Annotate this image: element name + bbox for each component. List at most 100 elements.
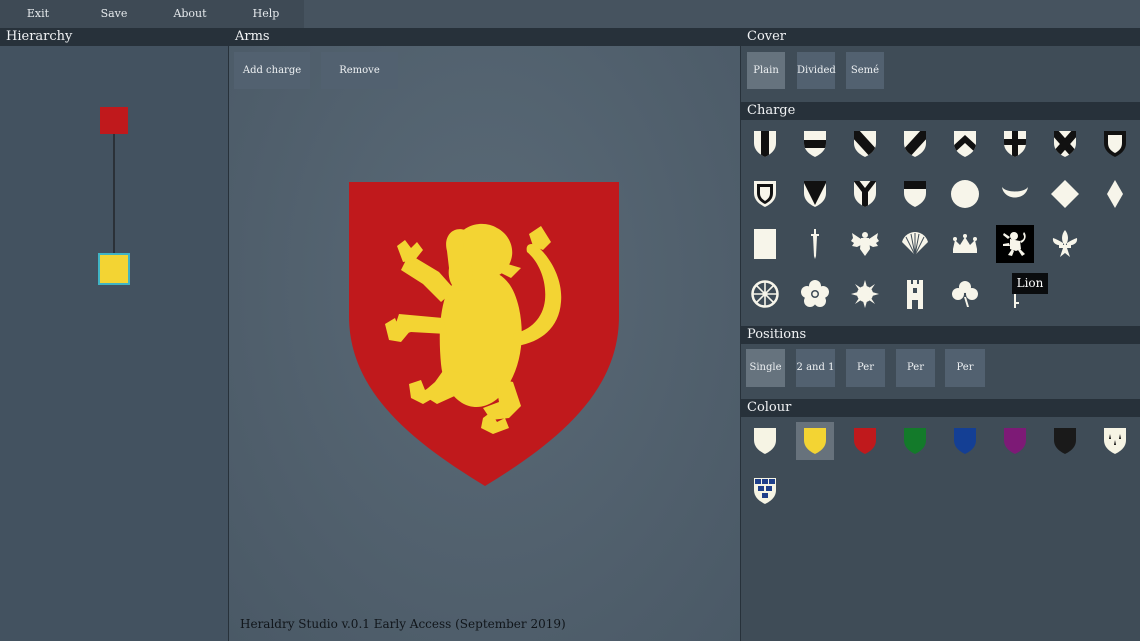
charge-lion-button[interactable] bbox=[996, 225, 1034, 263]
charge-bend-sinister-button[interactable] bbox=[896, 125, 934, 163]
positions-header: Positions bbox=[741, 326, 1140, 344]
menu-exit[interactable]: Exit bbox=[0, 0, 76, 28]
charge-chief-button[interactable] bbox=[896, 175, 934, 213]
add-charge-button[interactable]: Add charge bbox=[234, 52, 310, 89]
shield-icon bbox=[1054, 428, 1076, 454]
menu-help[interactable]: Help bbox=[228, 0, 304, 28]
fess-icon bbox=[804, 131, 826, 157]
cover-divided-button[interactable]: Divided bbox=[797, 52, 836, 89]
tooltip: Lion bbox=[1012, 273, 1048, 294]
charge-crescent-button[interactable] bbox=[1096, 225, 1134, 263]
charge-cross-button[interactable] bbox=[996, 125, 1034, 163]
colour-vert-swatch[interactable] bbox=[896, 422, 934, 460]
shield-icon bbox=[754, 478, 776, 504]
charge-bend-button[interactable] bbox=[846, 125, 884, 163]
charge-fleur-de-lis-button[interactable] bbox=[1046, 225, 1084, 263]
pile-icon bbox=[804, 181, 826, 207]
charge-wheel-button[interactable] bbox=[746, 275, 784, 313]
colour-azure-swatch[interactable] bbox=[946, 422, 984, 460]
charge-bordure-button[interactable] bbox=[1096, 125, 1134, 163]
bordure-icon bbox=[1104, 131, 1126, 157]
charge-chevron-button[interactable] bbox=[946, 125, 984, 163]
fusil-icon bbox=[1107, 180, 1123, 208]
charge-sword-button[interactable] bbox=[796, 225, 834, 263]
position-2-and-1-button[interactable]: 2 and 1 bbox=[796, 349, 835, 387]
menu-save[interactable]: Save bbox=[76, 0, 152, 28]
position-per-fess-button[interactable]: Per Fess bbox=[896, 349, 935, 411]
cover-seme-button[interactable]: Semé bbox=[846, 52, 884, 89]
sun-icon bbox=[851, 280, 879, 308]
arms-panel: Add charge Remove bbox=[229, 46, 740, 641]
fleur-de-lis-icon bbox=[1052, 230, 1078, 257]
wheel-icon bbox=[751, 280, 779, 308]
position-per-pale-button[interactable]: Per Pale bbox=[846, 349, 885, 411]
charge-fess-button[interactable] bbox=[796, 125, 834, 163]
hierarchy-node-field[interactable] bbox=[100, 107, 128, 134]
shield-icon bbox=[904, 428, 926, 454]
charge-fusil-button[interactable] bbox=[1096, 175, 1134, 213]
orle-icon bbox=[754, 181, 776, 207]
lion-icon bbox=[1003, 232, 1026, 256]
colour-or-swatch[interactable] bbox=[796, 422, 834, 460]
arms-canvas bbox=[349, 182, 619, 486]
colour-gules-swatch[interactable] bbox=[846, 422, 884, 460]
charge-crown-button[interactable] bbox=[946, 225, 984, 263]
charge-crescent-reversed-button[interactable] bbox=[996, 175, 1034, 213]
charge-pile-button[interactable] bbox=[796, 175, 834, 213]
charge-lozenge-button[interactable] bbox=[1046, 175, 1084, 213]
cross-icon bbox=[1004, 131, 1026, 157]
menu-about[interactable]: About bbox=[152, 0, 228, 28]
colour-sable-swatch[interactable] bbox=[1046, 422, 1084, 460]
hierarchy-tree bbox=[98, 107, 130, 285]
hierarchy-node-charge[interactable] bbox=[98, 253, 130, 285]
bend-icon bbox=[854, 131, 876, 157]
colour-ermine-swatch[interactable] bbox=[1096, 422, 1134, 460]
chevron-icon bbox=[954, 131, 976, 157]
charge-saltire-button[interactable] bbox=[1046, 125, 1084, 163]
rose-icon bbox=[801, 280, 829, 307]
pall-icon bbox=[854, 181, 876, 207]
charge-billet-button[interactable] bbox=[746, 225, 784, 263]
chief-icon bbox=[904, 181, 926, 207]
bend-sinister-icon bbox=[904, 131, 926, 157]
remove-button[interactable]: Remove bbox=[321, 52, 398, 89]
shield-icon bbox=[954, 428, 976, 454]
position-per-cross-button[interactable]: Per Cross bbox=[945, 349, 985, 411]
status-text: Heraldry Studio v.0.1 Early Access (Sept… bbox=[240, 617, 566, 631]
charge-tower-button[interactable] bbox=[896, 275, 934, 313]
cover-plain-button[interactable]: Plain bbox=[747, 52, 785, 89]
position-single-button[interactable]: Single bbox=[746, 349, 785, 387]
tower-icon bbox=[907, 280, 923, 309]
escallop-icon bbox=[902, 232, 928, 256]
shield-icon bbox=[854, 428, 876, 454]
pale-icon bbox=[754, 131, 776, 157]
charge-escallop-button[interactable] bbox=[896, 225, 934, 263]
charge-orle-button[interactable] bbox=[746, 175, 784, 213]
colour-argent-swatch[interactable] bbox=[746, 422, 784, 460]
menu-group: Exit Save About Help bbox=[0, 0, 304, 28]
crown-icon bbox=[953, 234, 977, 253]
trefoil-icon bbox=[952, 281, 978, 307]
lozenge-icon bbox=[1051, 180, 1079, 208]
charge-eagle-button[interactable] bbox=[846, 225, 884, 263]
arms-header: Arms bbox=[229, 28, 740, 46]
charge-header: Charge bbox=[741, 102, 1140, 120]
charge-pale-button[interactable] bbox=[746, 125, 784, 163]
charge-pall-button[interactable] bbox=[846, 175, 884, 213]
colour-header: Colour bbox=[741, 399, 1140, 417]
charge-sun-button[interactable] bbox=[846, 275, 884, 313]
colour-purpure-swatch[interactable] bbox=[996, 422, 1034, 460]
charge-rose-button[interactable] bbox=[796, 275, 834, 313]
charge-trefoil-button[interactable] bbox=[946, 275, 984, 313]
shield-icon bbox=[754, 428, 776, 454]
cover-header: Cover bbox=[741, 28, 1140, 46]
sword-icon bbox=[811, 229, 819, 259]
colour-vair-swatch[interactable] bbox=[746, 472, 784, 510]
charge-roundel-button[interactable] bbox=[946, 175, 984, 213]
crescent-reversed-icon bbox=[1002, 187, 1028, 198]
roundel-icon bbox=[951, 180, 979, 208]
billet-icon bbox=[754, 229, 776, 259]
shield-icon bbox=[804, 428, 826, 454]
hierarchy-header: Hierarchy bbox=[0, 28, 228, 46]
shield-icon bbox=[1004, 428, 1026, 454]
